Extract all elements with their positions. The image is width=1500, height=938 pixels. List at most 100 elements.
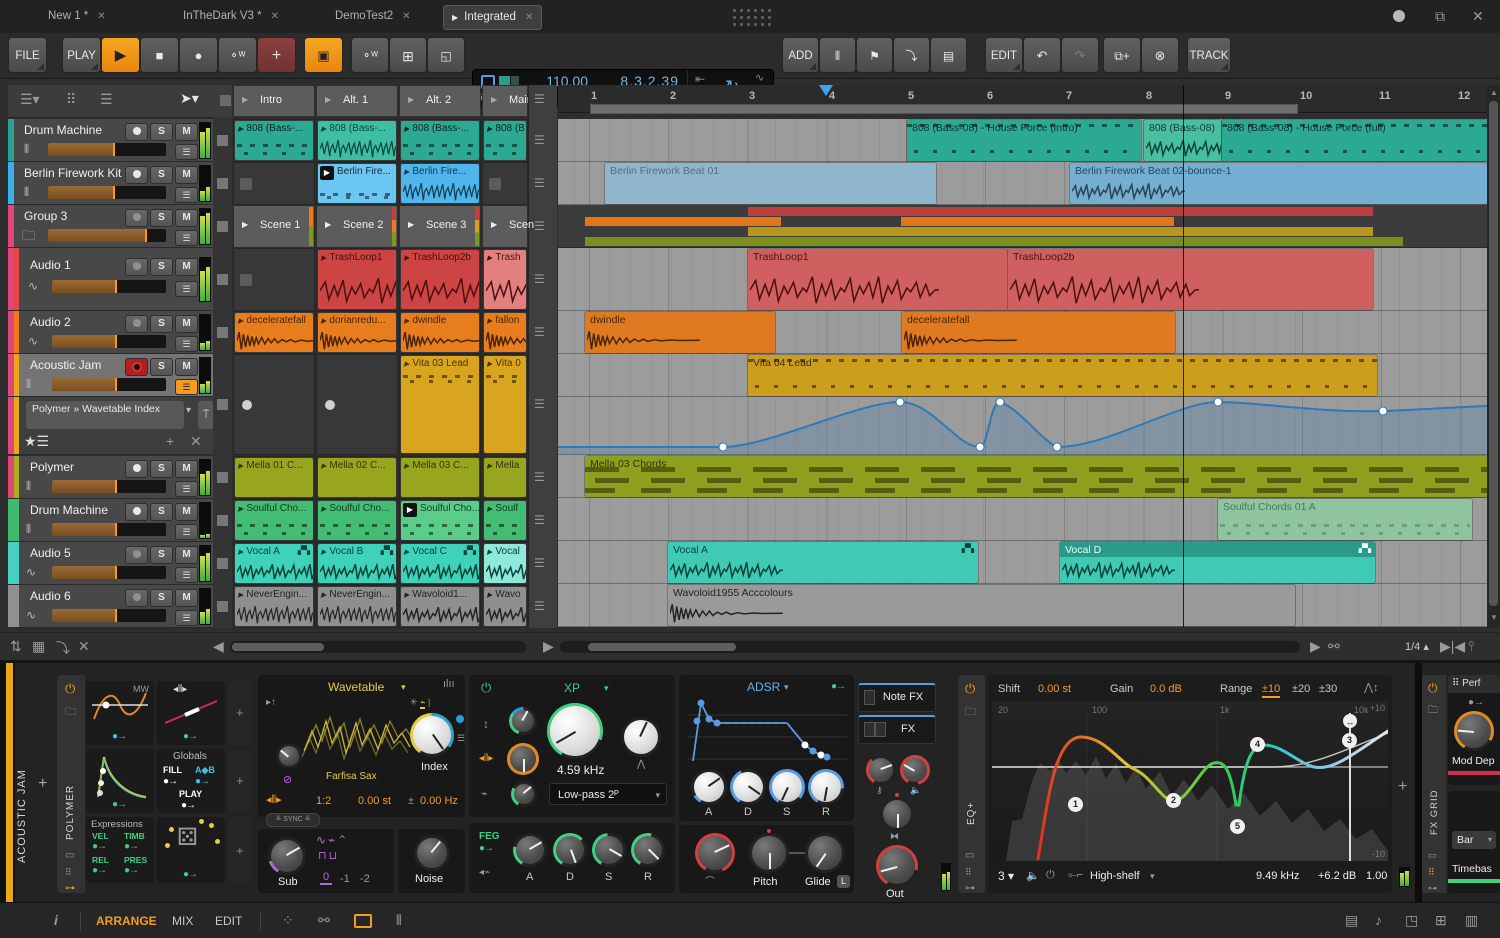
gain-value[interactable]: 0.0 dB [1150,683,1182,695]
sub-knob[interactable] [268,837,306,875]
filter-env-amount-icon[interactable]: ↕ [483,717,489,731]
phase-random-icon[interactable]: ⊘ [283,773,292,786]
globals-modulator[interactable]: Globals FILL ●→ A◆B ●→ PLAY ●→ [157,749,225,813]
cue-marker-icon[interactable]: ⚑ [856,37,893,73]
launcher-cell[interactable]: ▶ Mella [482,456,528,499]
track-header[interactable]: Audio 1 S M ∿ ☰ [8,248,213,311]
mod-amount-icon[interactable]: ●→ [112,731,127,742]
volume-fader[interactable] [52,609,166,622]
eq-graph[interactable]: 20 100 1k 10k +10 -10 ↔ 1 2 3 [992,701,1388,861]
note-panel-toggle[interactable]: ♪ [1375,912,1382,928]
stop-clips-button[interactable] [217,178,228,189]
vertical-scrollbar[interactable]: ▲ ▼ [1487,85,1500,628]
filter-mode-dropdown[interactable]: Low-pass 2ᴾ ▾ [549,783,667,805]
amp-sustain-knob[interactable] [769,769,805,805]
amp-release-knob[interactable] [808,769,844,805]
eq-band-handle-selected[interactable]: 3 [1342,733,1357,748]
mod-routing-icon[interactable]: ⊶ [965,883,975,894]
clip-row-menu-icon[interactable]: ☰ [534,397,545,411]
duplicate-icon[interactable]: ⧉+ [1103,37,1141,73]
folder-icon[interactable]: 🗀 [22,227,35,249]
unison-icon[interactable]: ılıı [443,678,455,690]
grid-view-icon[interactable]: ⠿ [66,91,76,108]
sub-octave-m1[interactable]: -1 [340,873,350,885]
add-modulator-button[interactable]: + [228,681,252,745]
track-header[interactable]: Berlin Firework Kit S M ⫴ ☰ [8,162,213,205]
launcher-cell-empty[interactable] [233,162,315,205]
grid-resolution[interactable]: 1/4 ▴ [1405,640,1429,653]
band-q[interactable]: 1.00 [1366,870,1387,882]
play-icon[interactable]: ▶ [242,220,248,229]
arranger-clip[interactable]: 808 (Bass-08) - House Force (intro) [907,120,1141,161]
mod-grid-icon[interactable]: ⠿ [1428,867,1435,878]
redo-icon[interactable]: ↷ [1061,37,1099,73]
filter-type-selector[interactable]: XP [564,681,580,695]
scene-list-icon[interactable]: ☰ [534,92,545,106]
play-label[interactable]: PLAY [179,789,202,799]
launcher-cell[interactable]: ▶ Vocal [482,542,528,585]
mod-routing-icon[interactable]: ⊶ [1428,883,1437,894]
clip-row-menu-icon[interactable]: ☰ [534,325,545,339]
resonance-knob[interactable] [621,717,661,757]
glide-knob[interactable] [805,833,845,873]
launcher-column-header[interactable]: ▶ Main [482,85,533,117]
play-icon[interactable]: ▶ [325,220,331,229]
record-arm-button[interactable] [125,258,148,276]
track-list-mode-icon[interactable]: ☰▾ [20,91,40,108]
fill-label[interactable]: FILL [163,765,182,775]
mod-amount-icon[interactable]: ●→ [479,843,494,854]
mod-amount-icon[interactable]: ●→ [112,799,127,810]
lanes-view-icon[interactable]: ☰ [100,91,113,108]
sub-octave-m2[interactable]: -2 [360,873,370,885]
launcher-cell[interactable]: ▶ Trash [482,248,528,311]
play-icon[interactable]: ▶ [491,95,497,104]
punch-in-icon[interactable]: ⇤ [695,72,705,86]
perf-tab[interactable]: ⠿ Perf [1448,675,1500,693]
record-button[interactable]: ● [179,37,218,73]
device-power-icon[interactable]: ⏻ [1428,681,1438,696]
arranger-clip[interactable]: TrashLoop2b [1008,249,1373,310]
index-knob[interactable] [410,713,454,757]
launcher-cell[interactable]: ▶ NeverEngin... [233,585,315,628]
delete-icon[interactable]: ⊗ [1141,37,1179,73]
stop-button[interactable]: ■ [140,37,179,73]
launcher-cell[interactable]: ▶ dwindle [399,311,481,354]
mod-amount-icon[interactable]: ●→ [183,731,198,742]
mute-button[interactable]: M [175,209,198,227]
arranger-timeline[interactable]: 1 2 3 4 5 6 7 8 9 10 11 12 808 (Bass-08)… [558,85,1487,627]
clip-stop-button[interactable] [240,177,252,190]
volume-fader[interactable] [52,378,166,391]
wavetable-display[interactable] [300,703,420,769]
arranger-scrollbar[interactable] [560,641,1300,653]
device-folder-icon[interactable]: 🗀 [65,703,76,722]
close-lanes-icon[interactable]: ✕ [78,638,90,655]
stop-clips-button[interactable] [217,135,228,146]
track-name[interactable]: Audio 1 [30,258,71,272]
mod-amount-icon[interactable]: ●→ [183,869,198,880]
clip-row-menu-icon[interactable]: ☰ [534,513,545,527]
arranger-clip-muted[interactable]: Berlin Firework Beat 01 [605,163,936,204]
scroll-down-icon[interactable]: ▼ [1490,613,1498,622]
track-header[interactable]: Drum Machine S M ⫴ ☰ [8,119,213,162]
mute-button[interactable]: M [175,123,198,141]
mute-button[interactable]: M [175,460,198,478]
range-10[interactable]: ±10 [1262,683,1281,698]
launcher-cell[interactable]: ▶ deceleratefall [233,311,315,354]
volume-fader[interactable] [52,566,166,579]
track-name[interactable]: Audio 6 [30,589,71,603]
env-mode-icons[interactable]: ✳ ⌁ | [410,697,430,709]
scene-cell[interactable]: ▶ Scene 3 [399,205,481,248]
track-menu-icon[interactable]: ☰ [175,144,198,160]
eq-band-handle[interactable]: 2 [1166,793,1181,808]
volume-fader[interactable] [52,335,166,348]
clip-row-menu-icon[interactable]: ☰ [534,470,545,484]
launcher-column-header[interactable]: ▶ Alt. 1 [316,85,398,117]
play-icon[interactable]: ▶ [491,220,497,229]
arranger-clip-muted[interactable]: Soulful Chords 01 A [1218,499,1472,540]
launcher-cell[interactable]: ▶ fallon [482,311,528,354]
preroll-icon[interactable]: ∿ [755,71,764,84]
crossfade-icon[interactable]: ⇅ [10,638,22,655]
add-modulator-button[interactable]: + [228,749,252,813]
launcher-cell[interactable]: ▶ Wavo [482,585,528,628]
edit-view-tab[interactable]: EDIT [215,914,242,928]
